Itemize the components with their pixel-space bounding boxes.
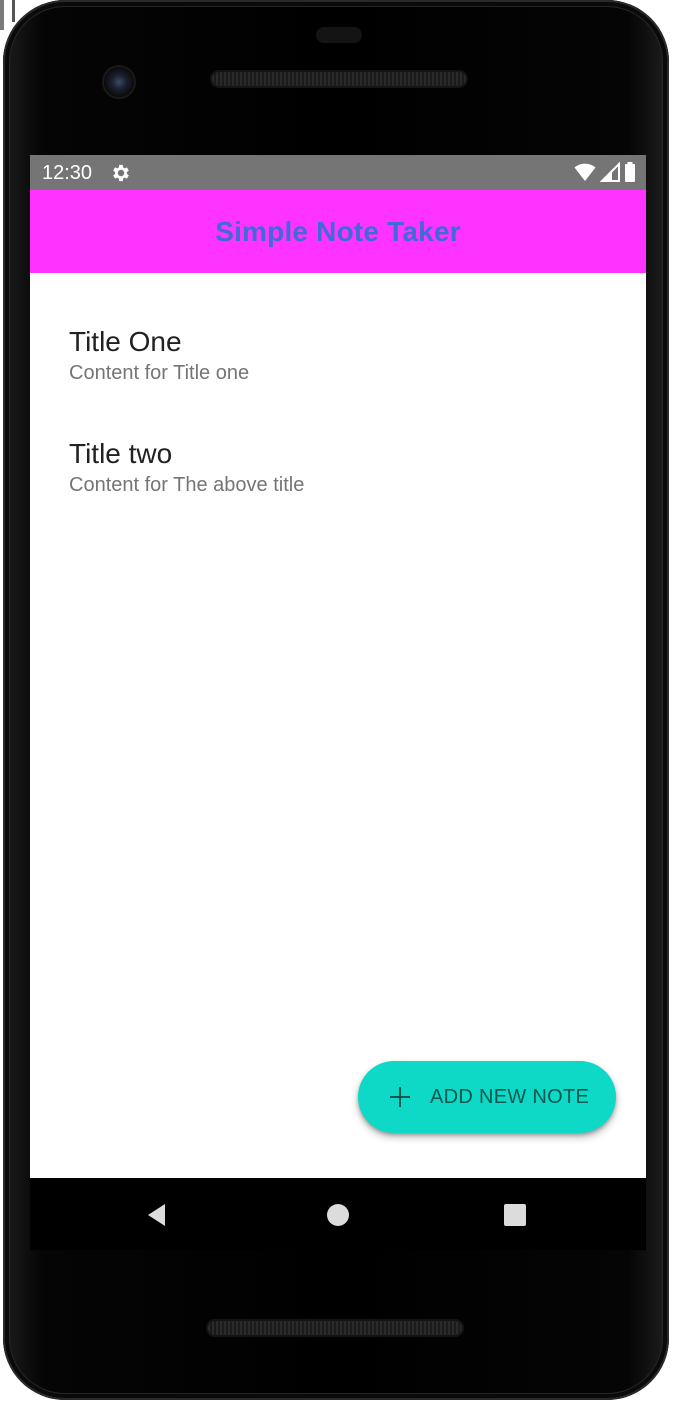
- front-camera: [104, 67, 134, 97]
- status-time: 12:30: [42, 162, 93, 184]
- wifi-icon: [574, 163, 596, 181]
- app-title: Simple Note Taker: [215, 215, 461, 247]
- earpiece-slot: [316, 27, 362, 43]
- battery-icon: [625, 162, 635, 182]
- status-bar: 12:30: [30, 155, 646, 190]
- add-new-note-label: ADD NEW NOTE: [430, 1086, 590, 1108]
- note-title: Title two: [69, 438, 173, 469]
- note-list-item[interactable]: Title One Content for Title one: [69, 325, 609, 437]
- recents-icon[interactable]: [502, 1202, 528, 1228]
- navigation-bar: [30, 1178, 646, 1250]
- status-icons: [574, 162, 636, 182]
- plus-icon: [390, 1087, 410, 1107]
- note-content: Content for Title one: [69, 362, 250, 384]
- add-new-note-button[interactable]: ADD NEW NOTE: [358, 1061, 616, 1133]
- top-speaker-grille: [212, 72, 466, 86]
- home-icon[interactable]: [325, 1202, 351, 1228]
- window-edge-inner: [12, 0, 15, 22]
- back-icon[interactable]: [145, 1202, 171, 1228]
- note-list-item[interactable]: Title two Content for The above title: [69, 437, 609, 549]
- note-content: Content for The above title: [69, 474, 305, 496]
- window-edge: [0, 0, 4, 30]
- signal-icon: [600, 162, 620, 182]
- note-list: Title One Content for Title one Title tw…: [69, 325, 609, 549]
- app-screen: 12:30 Simple Note Taker Title One Conten…: [30, 155, 646, 1178]
- settings-gear-icon: [113, 164, 129, 182]
- note-title: Title One: [69, 326, 182, 357]
- bottom-speaker-grille: [208, 1321, 462, 1335]
- app-bar: Simple Note Taker: [30, 190, 646, 273]
